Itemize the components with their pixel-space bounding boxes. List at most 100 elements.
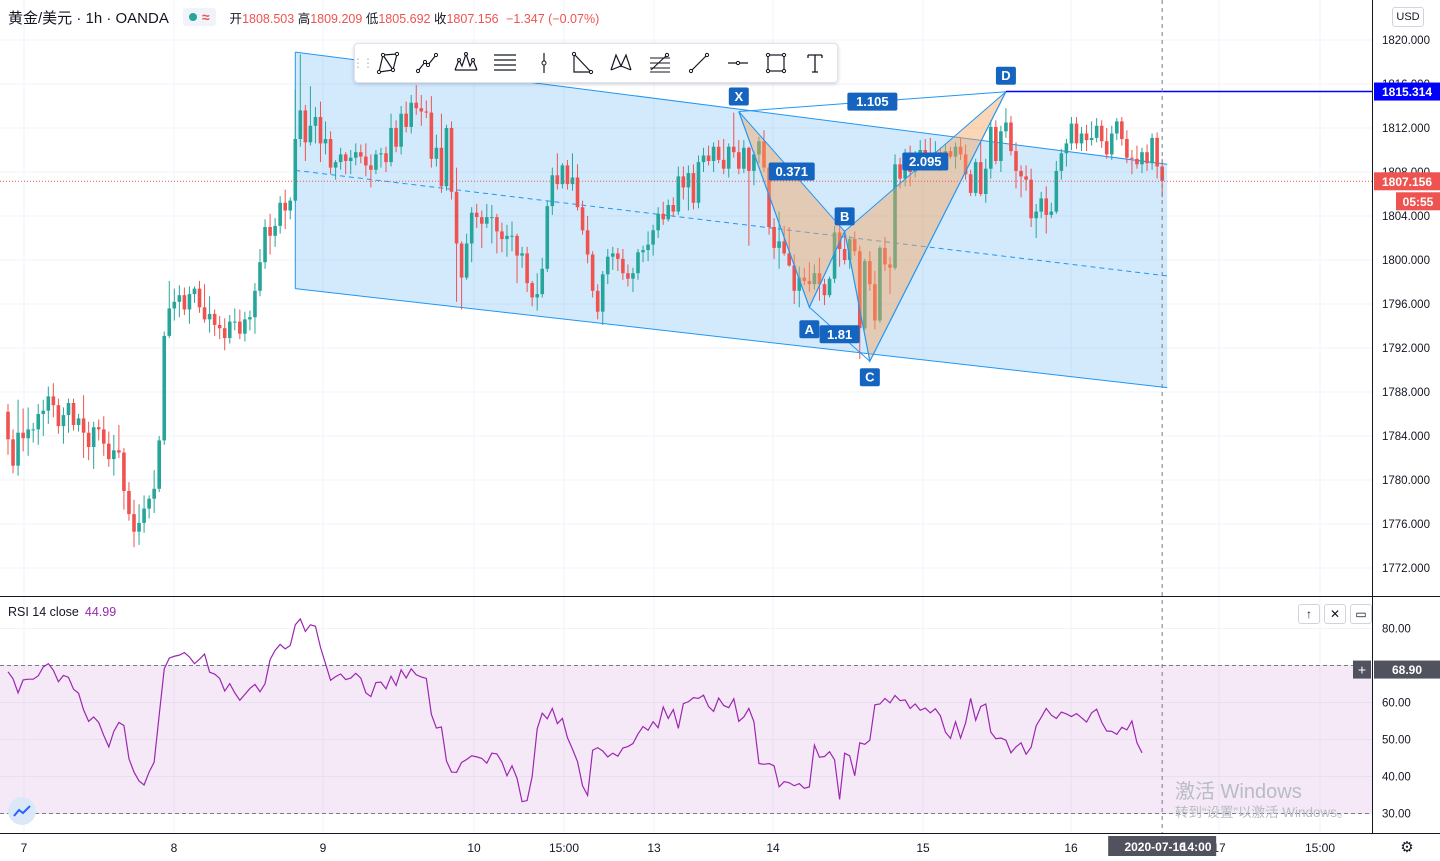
three-drives-icon <box>610 53 632 71</box>
candle-body <box>994 126 998 161</box>
candle-body <box>580 207 585 231</box>
ratio-xb-label-text: 0.371 <box>775 164 808 179</box>
chart-canvas[interactable]: X A B C D 0.371 1.81 2.095 1.105 1820.0001816.00… <box>0 0 1440 856</box>
move-pane-up-icon[interactable]: ↑ <box>1298 604 1320 624</box>
text-tool[interactable] <box>796 44 835 82</box>
rectangle-tool[interactable] <box>757 44 796 82</box>
price-tick-label: 1792.000 <box>1382 343 1430 355</box>
candle-body <box>721 159 726 169</box>
cursor-date-text: 2020-07-16 <box>1124 840 1186 854</box>
drag-handle-icon[interactable]: ⋮⋮ <box>352 44 374 82</box>
candle-body <box>555 175 560 185</box>
price-tick-label: 1780.000 <box>1382 475 1430 487</box>
elliott-wave-tool[interactable] <box>641 44 680 82</box>
cloud-chart-icon <box>13 805 31 817</box>
candle-body <box>268 227 272 236</box>
close-pane-icon[interactable]: ✕ <box>1324 604 1346 624</box>
candle-body <box>474 212 479 218</box>
candle-body <box>1019 170 1023 177</box>
rsi-tick-label: 60.00 <box>1382 698 1411 710</box>
maximize-pane-icon[interactable]: ▭ <box>1350 604 1372 624</box>
rsi-title[interactable]: RSI 14 close <box>8 605 79 619</box>
abcd-pattern-tool[interactable] <box>485 44 524 82</box>
candle-body <box>343 154 348 161</box>
price-tick-label: 1776.000 <box>1382 519 1430 531</box>
elliott-wave-icon <box>649 52 670 73</box>
currency-button[interactable]: USD <box>1392 7 1424 27</box>
cypher-pattern-tool[interactable] <box>408 44 447 82</box>
candle-body <box>1059 153 1064 171</box>
candle-body <box>328 139 333 168</box>
point-a-label: A <box>799 320 820 339</box>
candle-body <box>978 162 983 194</box>
xabcd-pattern-tool[interactable] <box>369 44 408 82</box>
candle-body <box>636 252 640 274</box>
candle-body <box>152 488 156 499</box>
drawing-toolbar[interactable]: ⋮⋮ <box>352 43 838 83</box>
time-axis[interactable]: 7 8 9 10 15:00 13 14 15 16 17 15:002020-07-1614:00 <box>21 836 1336 856</box>
price-axis[interactable]: 1820.0001816.0001812.0001808.0001804.000… <box>1374 35 1440 575</box>
time-tick-label: 8 <box>171 841 178 855</box>
candle-body <box>137 522 141 532</box>
candle-body <box>575 177 580 208</box>
candle-body <box>505 235 509 240</box>
candle-body <box>56 405 61 427</box>
candle-body <box>611 253 615 257</box>
countdown-text: 05:55 <box>1403 195 1434 209</box>
candle-body <box>726 146 731 169</box>
candle-body <box>459 243 464 278</box>
ratio-xd-label: 1.105 <box>847 92 898 111</box>
horizontal-line-tool[interactable] <box>718 44 757 82</box>
candle-body <box>273 225 277 236</box>
symbol-title[interactable]: 黄金/美元 · 1h · OANDA <box>8 7 169 28</box>
horizontal-line-icon <box>727 60 748 66</box>
head-shoulders-tool[interactable] <box>447 44 486 82</box>
candle-body <box>651 230 655 245</box>
triangle-pattern-tool[interactable] <box>563 44 602 82</box>
low-value: 1805.692 <box>378 11 431 26</box>
candle-body <box>36 414 41 430</box>
candle-body <box>1039 198 1043 212</box>
chart-stage[interactable]: X A B C D 0.371 1.81 2.095 1.105 1820.0001816.00… <box>0 0 1440 856</box>
candle-body <box>1104 141 1109 155</box>
price-tick-label: 1804.000 <box>1382 211 1430 223</box>
candle-body <box>691 173 696 203</box>
trend-line-tool[interactable] <box>679 44 718 82</box>
candle-body <box>313 117 318 126</box>
candle-body <box>989 126 993 169</box>
candle-body <box>147 498 151 509</box>
close-label: 收 <box>433 11 447 26</box>
low-label: 低 <box>365 11 379 26</box>
candle-body <box>359 152 363 157</box>
candle-body <box>626 273 630 279</box>
candle-body <box>288 200 293 211</box>
rsi-tick-label: 50.00 <box>1382 735 1411 747</box>
tradingview-logo-icon[interactable] <box>8 797 36 825</box>
chart-settings-gear-icon[interactable]: ⚙ <box>1398 838 1416 856</box>
candle-body <box>81 418 86 433</box>
candle-body <box>1079 133 1084 144</box>
open-label: 开 <box>229 11 243 26</box>
candle-body <box>258 262 262 291</box>
three-drives-tool[interactable] <box>602 44 641 82</box>
compare-icon: ≈ <box>201 9 210 25</box>
candle-body <box>409 102 413 127</box>
price-tick-label: 1800.000 <box>1382 255 1430 267</box>
ratio-ac-label-text: 1.81 <box>827 327 852 342</box>
candle-body <box>600 274 605 312</box>
candle-body <box>384 153 388 163</box>
market-status-badge[interactable]: ≈ <box>182 8 216 26</box>
vertical-line-icon <box>541 53 547 73</box>
candle-body <box>374 154 378 170</box>
candle-body <box>248 317 252 320</box>
price-tick-label: 1784.000 <box>1382 431 1430 443</box>
close-value: 1807.156 <box>446 11 499 26</box>
candle-body <box>510 235 514 237</box>
candle-body <box>1094 125 1099 138</box>
vertical-line-tool[interactable] <box>524 44 563 82</box>
candle-body <box>540 268 545 295</box>
candle-body <box>96 427 101 430</box>
ratio-xd-label-text: 1.105 <box>856 94 889 109</box>
triangle-pattern-icon <box>572 51 594 75</box>
candle-body <box>439 147 444 187</box>
